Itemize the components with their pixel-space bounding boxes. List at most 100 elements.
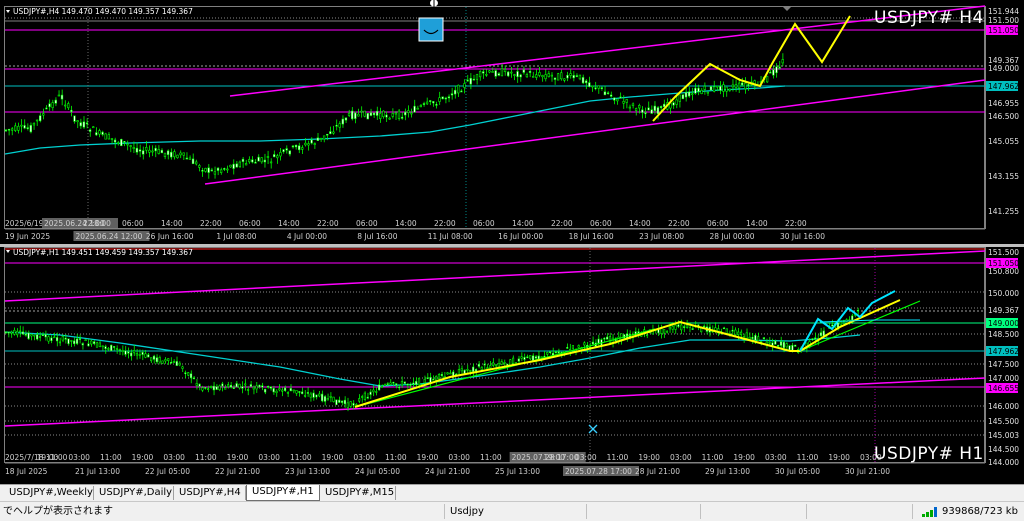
chart-h4-canvas[interactable]: USDJPY#,H4 149.470 149.470 149.357 149.3… [0, 0, 1024, 244]
time-label: 06:00 [239, 219, 261, 228]
price-label: 147.000 [988, 374, 1019, 383]
time-label: 11:00 [480, 453, 502, 462]
price-label: 147.500 [988, 360, 1019, 369]
time-label: 22:00 [200, 219, 222, 228]
time-label: 19:00 [132, 453, 154, 462]
status-help-text: でヘルプが表示されます [3, 506, 113, 517]
time-label: 11:00 [797, 453, 819, 462]
time-label: 11:00 [290, 453, 312, 462]
connection-bars-icon[interactable] [922, 507, 938, 517]
time-label: 14:00 [395, 219, 417, 228]
price-label: 145.003 [988, 431, 1019, 440]
time-label: 19:00 [37, 453, 59, 462]
time-label: 06:00 [356, 219, 378, 228]
price-label: 149.000 [988, 64, 1019, 73]
h4-symbol-watermark: USDJPY# H4 [874, 8, 984, 28]
status-traffic: 939868/723 kb [942, 506, 1018, 517]
time-label: 19:00 [543, 453, 565, 462]
price-label: 143.155 [988, 172, 1019, 181]
time-label: 22:00 [317, 219, 339, 228]
time-label: 23 Jul 13:00 [285, 467, 330, 476]
time-label: 03:00 [353, 453, 375, 462]
time-label: 14:00 [161, 219, 183, 228]
time-label: 03:00 [163, 453, 185, 462]
time-label: 16 Jul 00:00 [498, 232, 543, 241]
time-label: 4 Jul 00:00 [287, 232, 327, 241]
time-label: 03:00 [765, 453, 787, 462]
time-label: 03:00 [670, 453, 692, 462]
time-label: 14:00 [746, 219, 768, 228]
price-label: 151.050 [988, 26, 1019, 35]
status-bar: でヘルプが表示されます Usdjpy 939868/723 kb [0, 501, 1024, 521]
time-label: 1 Jul 08:00 [216, 232, 256, 241]
time-label: 26 Jun 16:00 [146, 232, 194, 241]
price-label: 151.500 [988, 16, 1019, 25]
time-label: 25 Jul 13:00 [495, 467, 540, 476]
h1-symbol-watermark: USDJPY# H1 [874, 444, 984, 464]
price-label: 147.962 [988, 347, 1019, 356]
price-label: 146.655 [988, 384, 1019, 393]
price-label: 151.944 [988, 7, 1019, 16]
price-label: 149.367 [988, 306, 1019, 315]
time-label: 2025.06.24 12:00 [75, 232, 142, 241]
time-label: 14:00 [629, 219, 651, 228]
time-label: 30 Jul 21:00 [845, 467, 890, 476]
price-label: 149.000 [988, 319, 1019, 328]
price-label: 146.955 [988, 99, 1019, 108]
time-label: 11:00 [195, 453, 217, 462]
time-label: 19:00 [227, 453, 249, 462]
time-label: 22:00 [434, 219, 456, 228]
status-profile[interactable]: Usdjpy [450, 505, 484, 518]
price-label: 144.500 [988, 445, 1019, 454]
tab-h4[interactable]: USDJPY#,H4 [174, 486, 246, 500]
chart-tab-bar: USDJPY#,Weekly USDJPY#,Daily USDJPY#,H4 … [0, 484, 1024, 501]
time-label: 03:00 [68, 453, 90, 462]
tab-daily[interactable]: USDJPY#,Daily [94, 486, 174, 500]
time-label: 2025.07.28 17:00 [565, 467, 632, 476]
time-label: 22:00 [668, 219, 690, 228]
smile-object-icon[interactable] [418, 17, 444, 42]
time-label: 11:00 [607, 453, 629, 462]
tab-h1[interactable]: USDJPY#,H1 [246, 485, 320, 501]
chart-h4[interactable]: USDJPY#,H4 149.470 149.470 149.357 149.3… [0, 0, 1024, 244]
time-label: 22:00 [785, 219, 807, 228]
time-label: 11 Jul 08:00 [428, 232, 473, 241]
tab-m15[interactable]: USDJPY#,M15 [320, 486, 396, 500]
time-label: 03:00 [575, 453, 597, 462]
chart-h1[interactable]: USDJPY#,H1 149.451 149.459 149.357 149.3… [0, 247, 1024, 484]
time-label: 22 Jul 21:00 [215, 467, 260, 476]
price-label: 147.962 [988, 82, 1019, 91]
time-label: 06:00 [473, 219, 495, 228]
time-label: 23 Jul 08:00 [639, 232, 684, 241]
price-label: 144.000 [988, 458, 1019, 467]
time-label: 06:00 [707, 219, 729, 228]
chart-h1-canvas[interactable]: USDJPY#,H1 149.451 149.459 149.357 149.3… [0, 247, 1024, 484]
time-label: 19:00 [828, 453, 850, 462]
time-label: 28 Jul 00:00 [710, 232, 755, 241]
price-label: 150.000 [988, 289, 1019, 298]
price-label: 150.800 [988, 267, 1019, 276]
price-label: 146.000 [988, 402, 1019, 411]
time-label: 11:00 [100, 453, 122, 462]
h1-info-text: USDJPY#,H1 149.451 149.459 149.357 149.3… [13, 248, 193, 257]
tab-weekly[interactable]: USDJPY#,Weekly [4, 486, 94, 500]
time-label: 24 Jul 21:00 [425, 467, 470, 476]
time-label: 19:00 [638, 453, 660, 462]
h4-info-text: USDJPY#,H4 149.470 149.470 149.357 149.3… [13, 7, 193, 16]
time-label: 29 Jul 13:00 [705, 467, 750, 476]
time-label: 19:00 [733, 453, 755, 462]
price-label: 151.500 [988, 248, 1019, 257]
time-label: 19:00 [322, 453, 344, 462]
price-label: 141.255 [988, 207, 1019, 216]
time-label: 18 Jul 16:00 [569, 232, 614, 241]
time-label: 30 Jul 16:00 [780, 232, 825, 241]
time-label: 11:00 [385, 453, 407, 462]
time-label: 24 Jul 05:00 [355, 467, 400, 476]
time-label: 22 Jul 05:00 [145, 467, 190, 476]
time-label: 11:00 [702, 453, 724, 462]
time-label: 06:00 [122, 219, 144, 228]
time-label: 22:00 [83, 219, 105, 228]
time-label: 18 Jul 2025 [5, 467, 48, 476]
price-label: 146.500 [988, 112, 1019, 121]
time-label: 14:00 [278, 219, 300, 228]
